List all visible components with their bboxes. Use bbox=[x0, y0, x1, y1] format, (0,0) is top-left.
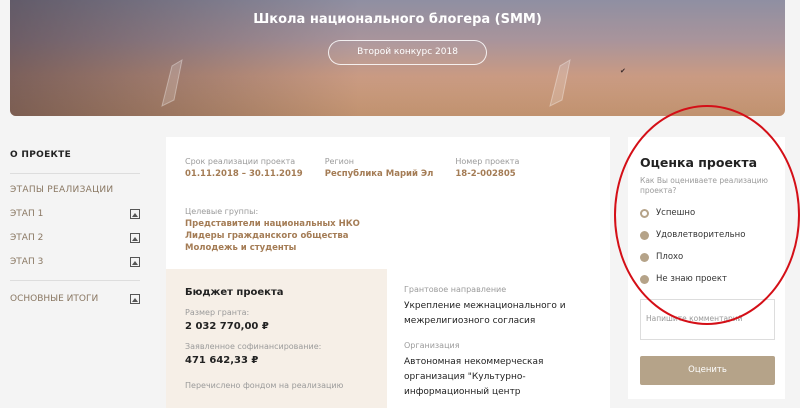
project-meta-row: Срок реализации проекта 01.11.2018 – 30.… bbox=[185, 157, 541, 179]
sidebar-item-label: ЭТАП 1 bbox=[10, 209, 44, 219]
period-value: 01.11.2018 – 30.11.2019 bbox=[185, 169, 303, 179]
region-value: Республика Марий Эл bbox=[324, 169, 434, 179]
rating-option-success[interactable]: Успешно bbox=[640, 208, 774, 218]
rating-option-label: Успешно bbox=[656, 208, 696, 218]
sidebar-item-label: ЭТАП 3 bbox=[10, 257, 44, 267]
page-title: Школа национального блогера (SMM) bbox=[253, 12, 542, 27]
period-label: Срок реализации проекта bbox=[185, 157, 296, 166]
rating-option-label: Не знаю проект bbox=[656, 274, 727, 284]
divider bbox=[10, 173, 140, 174]
project-number: Номер проекта 18-2-002805 bbox=[455, 157, 519, 179]
rating-option-unknown[interactable]: Не знаю проект bbox=[640, 274, 774, 284]
sidebar-item-stage-1[interactable]: ЭТАП 1 bbox=[10, 209, 140, 219]
organization-value: Автономная некоммерческая организация "К… bbox=[404, 357, 544, 397]
contest-button[interactable]: Второй конкурс 2018 bbox=[328, 40, 487, 65]
project-region: Регион Республика Марий Эл bbox=[325, 157, 434, 179]
sidebar-item-stage-3[interactable]: ЭТАП 3 bbox=[10, 257, 140, 267]
number-label: Номер проекта bbox=[455, 157, 520, 166]
leaf-logo-icon bbox=[549, 58, 571, 107]
organization-label: Организация bbox=[404, 341, 460, 350]
direction-value: Укрепление межнационального и межрелигио… bbox=[404, 301, 566, 326]
grant-details: Грантовое направление Укрепление межнаци… bbox=[404, 285, 604, 400]
rate-button[interactable]: Оценить bbox=[640, 356, 775, 385]
hero-banner: ✔ Школа национального блогера (SMM) Втор… bbox=[10, 0, 785, 116]
target-groups: Целевые группы: Представители национальн… bbox=[185, 207, 360, 254]
image-icon bbox=[130, 209, 140, 219]
radio-button[interactable] bbox=[640, 208, 649, 218]
direction-label: Грантовое направление bbox=[404, 285, 507, 294]
radio-button[interactable] bbox=[640, 274, 649, 284]
sidebar-item-stage-2[interactable]: ЭТАП 2 bbox=[10, 233, 140, 243]
cofinancing-label: Заявленное софинансирование: bbox=[185, 342, 322, 351]
region-label: Регион bbox=[324, 157, 354, 166]
comment-field-wrapper bbox=[640, 299, 775, 340]
sidebar-item-about[interactable]: О ПРОЕКТЕ bbox=[10, 150, 140, 160]
rating-title: Оценка проекта bbox=[640, 155, 758, 170]
image-icon bbox=[130, 257, 140, 267]
sidebar-item-results[interactable]: ОСНОВНЫЕ ИТОГИ bbox=[10, 294, 140, 304]
sidebar-item-label: ЭТАП 2 bbox=[10, 233, 44, 243]
rating-option-satisfactory[interactable]: Удовлетворительно bbox=[640, 230, 774, 240]
sidebar-item-stages[interactable]: ЭТАПЫ РЕАЛИЗАЦИИ bbox=[10, 185, 140, 195]
image-icon bbox=[130, 294, 140, 304]
rating-option-bad[interactable]: Плохо bbox=[640, 252, 774, 262]
project-rating-card: Оценка проекта Как Вы оцениваете реализа… bbox=[628, 137, 785, 399]
sidebar-item-label: ОСНОВНЫЕ ИТОГИ bbox=[10, 294, 99, 304]
divider bbox=[10, 280, 140, 281]
target-group-item: Представители национальных НКО bbox=[185, 219, 360, 229]
budget-title: Бюджет проекта bbox=[185, 287, 284, 298]
page: ✔ Школа национального блогера (SMM) Втор… bbox=[0, 0, 800, 408]
target-groups-label: Целевые группы: bbox=[185, 207, 259, 216]
sidebar-nav: О ПРОЕКТЕ ЭТАПЫ РЕАЛИЗАЦИИ ЭТАП 1 ЭТАП 2… bbox=[10, 150, 140, 304]
project-period: Срок реализации проекта 01.11.2018 – 30.… bbox=[185, 157, 303, 179]
target-group-item: Лидеры гражданского общества bbox=[185, 231, 349, 241]
rating-question: Как Вы оцениваете реализацию проекта? bbox=[640, 176, 768, 195]
image-icon bbox=[130, 233, 140, 243]
rating-option-label: Удовлетворительно bbox=[656, 230, 746, 240]
radio-button[interactable] bbox=[640, 230, 649, 240]
number-value: 18-2-002805 bbox=[455, 169, 516, 179]
comment-input[interactable] bbox=[646, 314, 769, 323]
leaf-logo-icon bbox=[161, 58, 183, 107]
grant-label: Размер гранта: bbox=[185, 308, 250, 317]
target-group-item: Молодежь и студенты bbox=[185, 243, 297, 253]
bird-icon: ✔ bbox=[620, 67, 626, 75]
transferred-label: Перечислено фондом на реализацию bbox=[185, 381, 344, 390]
grant-value: 2 032 770,00 ₽ bbox=[185, 321, 269, 332]
budget-panel: Бюджет проекта Размер гранта: 2 032 770,… bbox=[166, 269, 387, 408]
cofinancing-value: 471 642,33 ₽ bbox=[185, 355, 259, 366]
rating-option-label: Плохо bbox=[656, 252, 684, 262]
project-info-card: Срок реализации проекта 01.11.2018 – 30.… bbox=[166, 137, 610, 408]
radio-button[interactable] bbox=[640, 252, 649, 262]
